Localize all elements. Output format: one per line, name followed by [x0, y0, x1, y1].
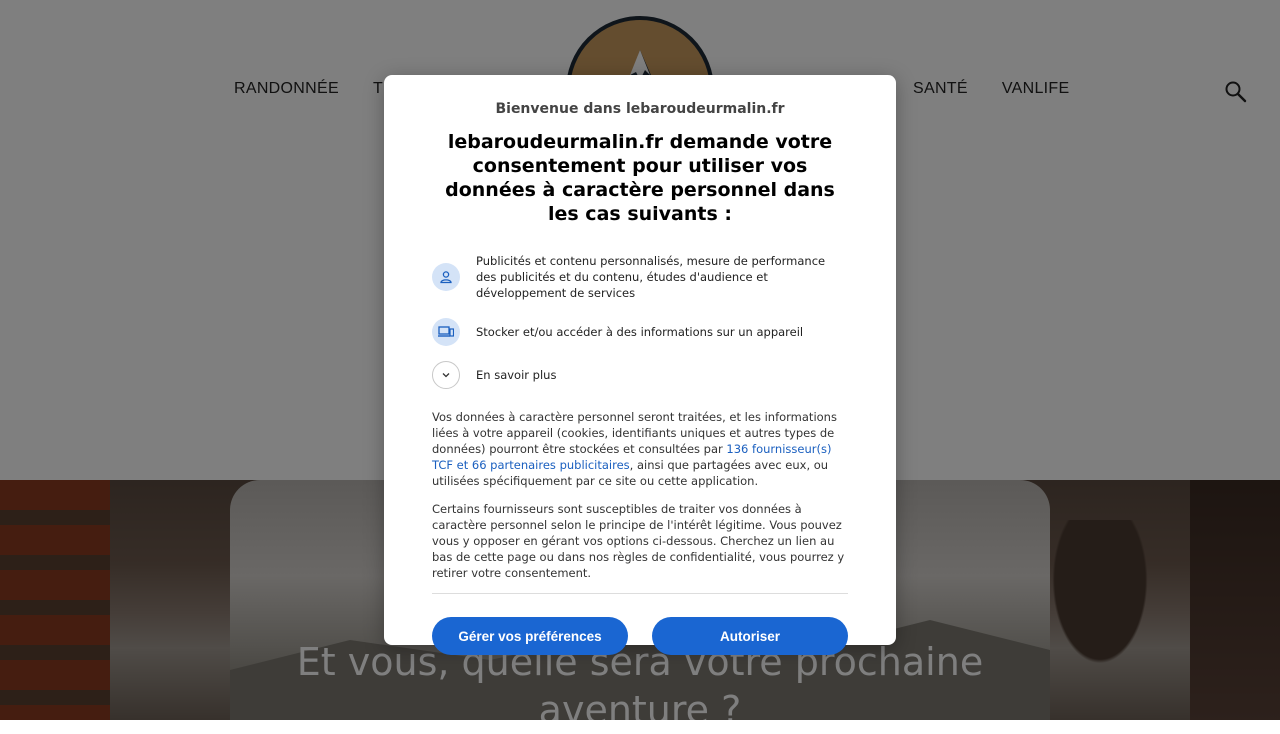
consent-welcome: Bienvenue dans lebaroudeurmalin.fr	[495, 101, 785, 117]
consent-dialog: Bienvenue dans lebaroudeurmalin.fr lebar…	[384, 75, 896, 655]
device-icon	[432, 318, 460, 346]
divider	[432, 593, 848, 594]
accept-button[interactable]: Autoriser	[652, 617, 848, 655]
purpose-device-text: Stocker et/ou accéder à des informations…	[476, 325, 804, 339]
consent-paragraph-2: Certains fournisseurs sont susceptibles …	[432, 502, 845, 580]
chevron-down-icon[interactable]	[432, 361, 460, 389]
manage-preferences-button[interactable]: Gérer vos préférences	[432, 617, 628, 655]
learn-more-label[interactable]: En savoir plus	[476, 367, 556, 383]
consent-buttons: Gérer vos préférences Autoriser	[432, 617, 848, 655]
purpose-ads-text: Publicités et contenu personnalisés, mes…	[476, 254, 826, 300]
person-icon	[432, 263, 460, 291]
consent-paragraph-1: Vos données à caractère personnel seront…	[432, 409, 848, 489]
consent-headline: lebaroudeurmalin.fr demande votre consen…	[445, 131, 835, 225]
purpose-ads: Publicités et contenu personnalisés, mes…	[432, 253, 848, 301]
purpose-device: Stocker et/ou accéder à des informations…	[432, 318, 848, 346]
learn-more-toggle[interactable]: En savoir plus	[432, 361, 848, 389]
